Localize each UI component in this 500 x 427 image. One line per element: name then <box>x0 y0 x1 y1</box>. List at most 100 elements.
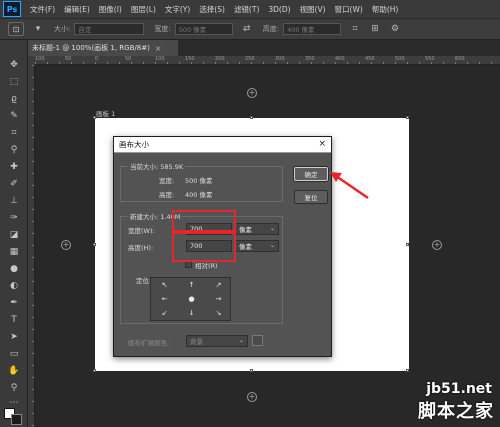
close-icon[interactable]: × <box>155 44 162 53</box>
ruler-label: 400 <box>335 56 345 62</box>
document-tab[interactable]: 未标题-1 @ 100%(画板 1, RGB/8#) × <box>28 40 178 56</box>
anchor-bottom[interactable]: ↓ <box>178 306 205 320</box>
ruler-label: 0 <box>95 56 99 62</box>
zoom-tool-icon[interactable]: ⚲ <box>7 381 21 394</box>
swap-icon[interactable]: ⇄ <box>241 23 253 35</box>
anchor-top[interactable]: ↑ <box>178 278 205 292</box>
add-artboard-icon[interactable]: ⊞ <box>369 23 381 35</box>
dialog-title: 画布大小 <box>119 140 149 149</box>
pen-tool-icon[interactable]: ✒ <box>7 296 21 309</box>
gear-icon[interactable]: ⚙ <box>389 23 401 35</box>
menu-help[interactable]: 帮助(H) <box>372 4 399 15</box>
ruler-label: 100 <box>155 56 165 62</box>
history-brush-icon[interactable]: ✑ <box>7 211 21 224</box>
eraser-tool-icon[interactable]: ◪ <box>7 228 21 241</box>
menu-file[interactable]: 文件(F) <box>30 4 55 15</box>
vertical-ruler[interactable] <box>28 65 35 427</box>
artboard-handle[interactable] <box>406 369 409 372</box>
menu-filter[interactable]: 滤镜(T) <box>234 4 259 15</box>
marquee-tool-icon[interactable]: ⬚ <box>7 75 21 88</box>
healing-tool-icon[interactable]: ✚ <box>7 160 21 173</box>
extension-color-value: 背景 <box>190 338 203 346</box>
quick-select-tool-icon[interactable]: ✎ <box>7 109 21 122</box>
lasso-tool-icon[interactable]: ϱ <box>7 92 21 105</box>
height-label: 高度: <box>262 25 280 33</box>
path-select-tool-icon[interactable]: ➤ <box>7 330 21 343</box>
anchor-grid: ↖ ↑ ↗ ← ● → ↙ ↓ ↘ <box>150 277 231 321</box>
crop-icon[interactable]: ⌗ <box>349 23 361 35</box>
menu-select[interactable]: 选择(S) <box>199 4 225 15</box>
crop-tool-icon[interactable]: ⌗ <box>7 126 21 139</box>
watermark-site: jb51.net <box>426 381 492 397</box>
width-field[interactable]: 500 像素 <box>174 23 233 35</box>
menu-edit[interactable]: 编辑(E) <box>64 4 90 15</box>
menu-type[interactable]: 文字(Y) <box>165 4 190 15</box>
menu-3d[interactable]: 3D(D) <box>268 5 290 14</box>
width-label: 宽度: <box>154 25 171 33</box>
menu-image[interactable]: 图像(I) <box>99 4 122 15</box>
anchor-bottom-right[interactable]: ↘ <box>205 306 232 320</box>
artboard-handle[interactable] <box>406 243 409 246</box>
new-height-unit-select[interactable]: 像素 ⌄ <box>235 240 279 252</box>
anchor-center[interactable]: ● <box>178 292 205 306</box>
extension-color-swatch[interactable] <box>252 335 263 346</box>
artboard-handle[interactable] <box>93 243 96 246</box>
close-icon[interactable]: × <box>318 139 326 149</box>
eyedropper-tool-icon[interactable]: ⚲ <box>7 143 21 156</box>
artboard-label[interactable]: 画板 1 <box>96 108 115 118</box>
ruler-label: 50 <box>65 56 72 62</box>
background-color-swatch[interactable] <box>11 414 22 425</box>
chevron-down-icon: ⌄ <box>269 242 275 249</box>
size-dropdown[interactable]: 自定 <box>74 23 145 35</box>
horizontal-ruler[interactable]: 100 50 0 50 100 150 200 250 300 350 400 … <box>35 56 500 65</box>
hand-tool-icon[interactable]: ✋ <box>7 364 21 377</box>
anchor-left[interactable]: ← <box>151 292 178 306</box>
dodge-tool-icon[interactable]: ◐ <box>7 279 21 292</box>
type-tool-icon[interactable]: T <box>7 313 21 326</box>
artboard-handle[interactable] <box>406 116 409 119</box>
artboard-handle[interactable] <box>250 369 253 372</box>
artboard-handle[interactable] <box>93 116 96 119</box>
document-tab-bar: 未标题-1 @ 100%(画板 1, RGB/8#) × <box>28 40 500 56</box>
shape-tool-icon[interactable]: ▭ <box>7 347 21 360</box>
ruler-label: 550 <box>425 56 435 62</box>
anchor-right[interactable]: → <box>205 292 232 306</box>
artboard-handle[interactable] <box>250 116 253 119</box>
height-field[interactable]: 400 像素 <box>283 23 342 35</box>
tool-preset-icon[interactable]: ▾ <box>32 23 44 35</box>
new-width-unit-select[interactable]: 像素 ⌄ <box>235 223 279 235</box>
artboard-handle[interactable] <box>93 369 96 372</box>
anchor-top-right[interactable]: ↗ <box>205 278 232 292</box>
move-tool-icon[interactable]: ✥ <box>7 58 21 71</box>
current-height-value: 400 像素 <box>185 191 213 199</box>
relative-checkbox[interactable] <box>185 261 192 268</box>
current-width-label: 宽度: <box>159 177 175 185</box>
stamp-tool-icon[interactable]: ⊥ <box>7 194 21 207</box>
gradient-tool-icon[interactable]: ▦ <box>7 245 21 258</box>
ruler-label: 50 <box>125 56 132 62</box>
tools-panel: ✥ ⬚ ϱ ✎ ⌗ ⚲ ✚ ✐ ⊥ ✑ ◪ ▦ ● ◐ ✒ T ➤ ▭ ✋ ⚲ … <box>0 40 28 427</box>
add-artboard-left-icon[interactable]: + <box>61 240 71 250</box>
anchor-top-left[interactable]: ↖ <box>151 278 178 292</box>
ruler-label: 350 <box>305 56 315 62</box>
menu-layer[interactable]: 图层(L) <box>131 4 156 15</box>
document-tab-title: 未标题-1 @ 100%(画板 1, RGB/8#) <box>32 44 150 52</box>
ruler-label: 150 <box>185 56 195 62</box>
menu-bar: Ps 文件(F) 编辑(E) 图像(I) 图层(L) 文字(Y) 选择(S) 滤… <box>0 0 500 18</box>
blur-tool-icon[interactable]: ● <box>7 262 21 275</box>
add-artboard-right-icon[interactable]: + <box>432 240 442 250</box>
menu-window[interactable]: 窗口(W) <box>335 4 363 15</box>
ok-button[interactable]: 确定 <box>294 167 328 181</box>
artboard-tool-icon[interactable]: ⊡ <box>8 22 24 36</box>
new-width-label: 宽度(W): <box>128 227 155 235</box>
add-artboard-top-icon[interactable]: + <box>247 88 257 98</box>
reset-button[interactable]: 复位 <box>294 190 328 204</box>
anchor-bottom-left[interactable]: ↙ <box>151 306 178 320</box>
add-artboard-bottom-icon[interactable]: + <box>247 392 257 402</box>
extension-color-select[interactable]: 背景 ⌄ <box>186 335 248 347</box>
menu-view[interactable]: 视图(V) <box>300 4 326 15</box>
brush-tool-icon[interactable]: ✐ <box>7 177 21 190</box>
ruler-label: 250 <box>245 56 255 62</box>
chevron-down-icon: ⌄ <box>238 337 244 344</box>
dialog-titlebar[interactable]: 画布大小 <box>114 137 331 153</box>
